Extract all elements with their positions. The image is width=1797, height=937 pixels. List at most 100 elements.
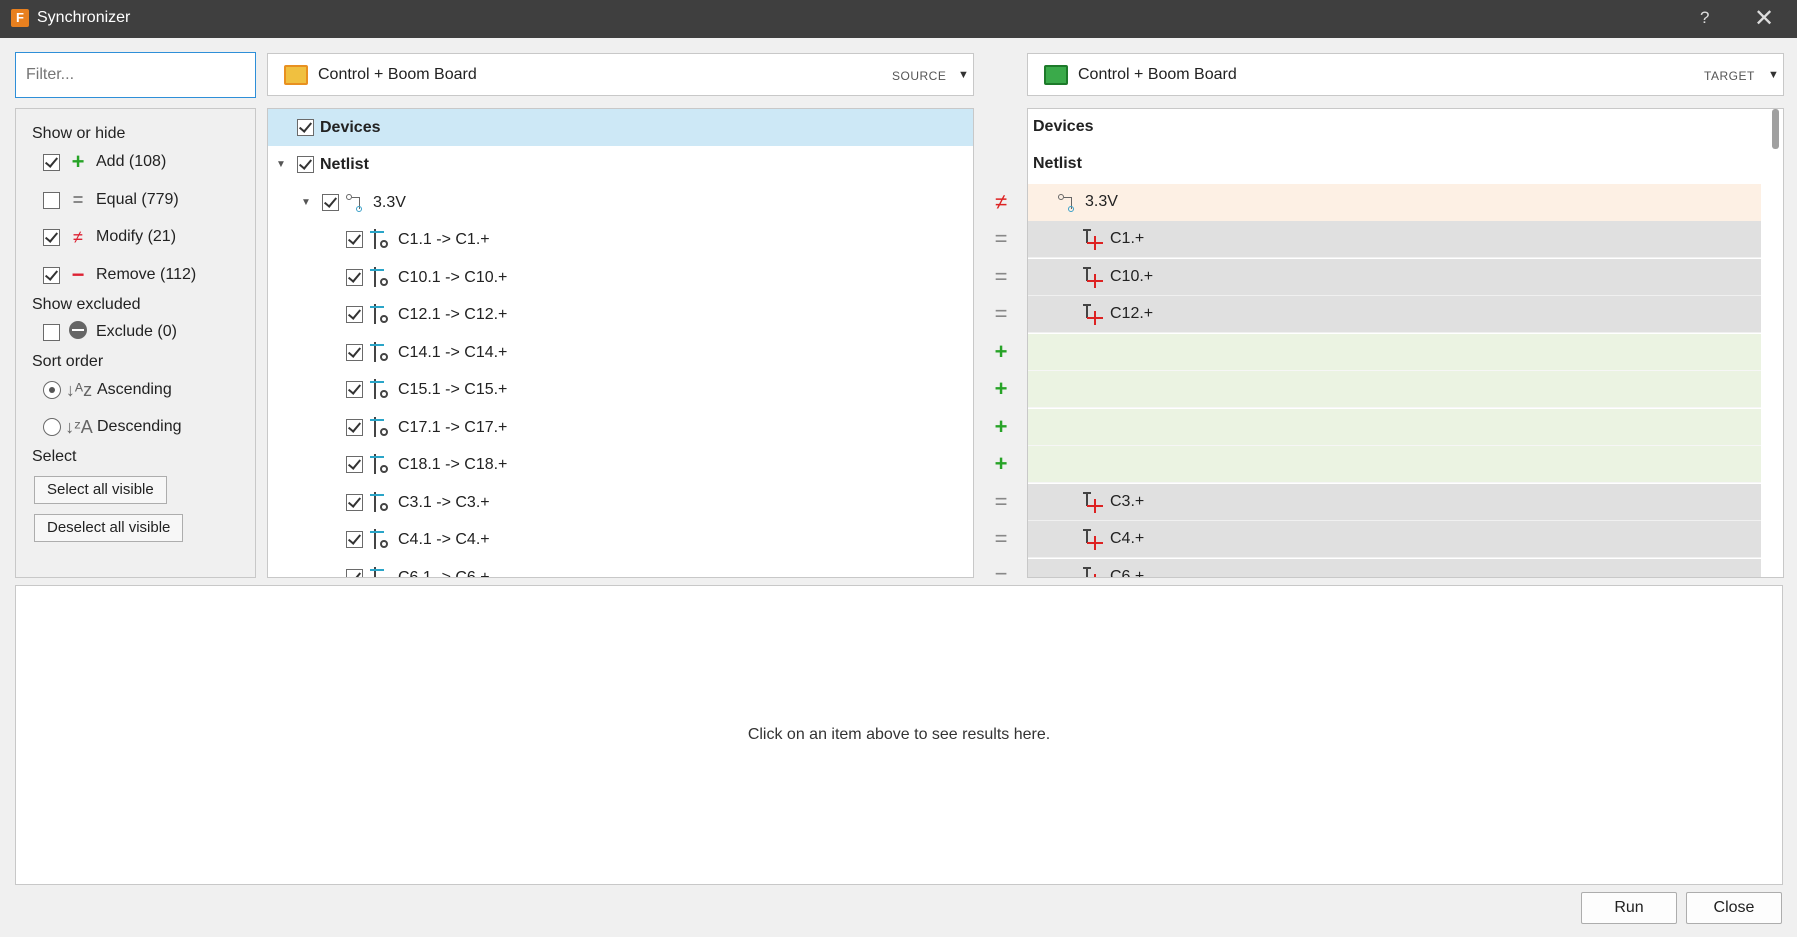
pin-remove-icon [1083, 304, 1103, 326]
target-row-empty[interactable] [1028, 446, 1761, 483]
exclude-filter-option[interactable]: Exclude (0) [43, 320, 177, 344]
target-row-netlist[interactable]: Netlist [1028, 146, 1761, 183]
net-icon [346, 192, 366, 212]
target-row-item[interactable]: C6.+ [1028, 559, 1761, 577]
target-row-item[interactable]: C10.+ [1028, 259, 1761, 296]
ascending-label: Ascending [97, 381, 172, 398]
equal-checkbox[interactable] [43, 191, 60, 209]
tree-row-item[interactable]: C18.1 -> C18.+ [268, 446, 973, 483]
descending-radio[interactable] [43, 418, 61, 436]
close-button[interactable]: Close [1686, 892, 1782, 924]
target-row-empty[interactable] [1028, 334, 1761, 371]
descending-option[interactable]: ↓ᶻA Descending [43, 415, 182, 439]
devices-checkbox[interactable] [297, 119, 314, 136]
remove-label: Remove (112) [96, 266, 197, 283]
target-row-devices[interactable]: Devices [1028, 109, 1761, 146]
scrollbar[interactable] [1767, 109, 1783, 577]
item-checkbox[interactable] [346, 494, 363, 511]
filter-input[interactable] [15, 52, 256, 98]
help-icon[interactable]: ? [1700, 8, 1709, 28]
net-checkbox[interactable] [322, 194, 339, 211]
item-checkbox[interactable] [346, 456, 363, 473]
pin-remove-icon [1083, 229, 1103, 251]
board-icon [284, 64, 308, 85]
netlist-checkbox[interactable] [297, 156, 314, 173]
item-label: C3.1 -> C3.+ [398, 493, 490, 511]
target-role-label: TARGET [1704, 69, 1755, 83]
item-checkbox[interactable] [346, 344, 363, 361]
pin-remove-icon [1083, 529, 1103, 551]
exclude-checkbox[interactable] [43, 323, 60, 341]
target-row-item[interactable]: C4.+ [1028, 521, 1761, 558]
add-filter-option[interactable]: + Add (108) [43, 149, 166, 174]
tree-row-item[interactable]: C3.1 -> C3.+ [268, 484, 973, 521]
chevron-down-icon[interactable]: ▼ [1768, 69, 1779, 81]
modify-checkbox[interactable] [43, 228, 60, 246]
scrollbar-thumb[interactable] [1772, 109, 1779, 149]
select-title: Select [32, 448, 77, 465]
modify-filter-option[interactable]: ≠ Modify (21) [43, 225, 176, 249]
tree-row-item[interactable]: C14.1 -> C14.+ [268, 334, 973, 371]
target-row-item[interactable]: C3.+ [1028, 484, 1761, 521]
results-message: Click on an item above to see results he… [747, 726, 1051, 743]
equal-status-icon: = [994, 226, 1008, 251]
pin-connection-icon [370, 567, 388, 577]
tree-row-item[interactable]: C17.1 -> C17.+ [268, 409, 973, 446]
equal-status-icon: = [994, 264, 1008, 289]
target-row-empty[interactable] [1028, 409, 1761, 446]
remove-checkbox[interactable] [43, 266, 60, 284]
item-checkbox[interactable] [346, 269, 363, 286]
target-item-label: C1.+ [1110, 230, 1145, 247]
target-devices-label: Devices [1033, 118, 1094, 135]
expand-arrow-icon[interactable]: ▼ [301, 197, 311, 208]
item-checkbox[interactable] [346, 569, 363, 577]
expand-arrow-icon[interactable]: ▼ [276, 159, 286, 170]
add-icon: + [71, 149, 85, 174]
equal-status-icon: = [994, 526, 1008, 551]
pin-connection-icon [370, 379, 388, 401]
select-all-visible-button[interactable]: Select all visible [34, 476, 167, 504]
ascending-option[interactable]: ↓ᴬz Ascending [43, 378, 172, 402]
item-checkbox[interactable] [346, 231, 363, 248]
target-board-select[interactable]: Control + Boom Board TARGET ▼ [1027, 53, 1784, 96]
target-row-item[interactable]: C12.+ [1028, 296, 1761, 333]
target-board-name: Control + Boom Board [1078, 65, 1237, 83]
options-panel: Show or hide + Add (108) = Equal (779) ≠… [15, 108, 256, 578]
tree-row-item[interactable]: C15.1 -> C15.+ [268, 371, 973, 408]
equal-filter-option[interactable]: = Equal (779) [43, 188, 179, 212]
target-row-item[interactable]: C1.+ [1028, 221, 1761, 258]
sort-descending-icon: ↓ᶻA [65, 416, 93, 437]
equal-status-icon: = [994, 564, 1008, 578]
target-row-empty[interactable] [1028, 371, 1761, 408]
tree-row-net[interactable]: ▼ 3.3V [268, 184, 973, 221]
item-checkbox[interactable] [346, 306, 363, 323]
item-label: C4.1 -> C4.+ [398, 530, 490, 548]
tree-row-item[interactable]: C4.1 -> C4.+ [268, 521, 973, 558]
tree-row-netlist[interactable]: ▼ Netlist [268, 146, 973, 183]
sort-ascending-icon: ↓ᴬz [65, 379, 93, 400]
tree-row-item[interactable]: C6.1 -> C6.+ [268, 559, 973, 577]
add-status-icon: + [994, 414, 1008, 439]
ascending-radio[interactable] [43, 381, 61, 399]
item-checkbox[interactable] [346, 419, 363, 436]
deselect-all-visible-button[interactable]: Deselect all visible [34, 514, 184, 542]
chevron-down-icon[interactable]: ▼ [958, 69, 969, 81]
results-panel: Click on an item above to see results he… [15, 585, 1783, 885]
tree-row-item[interactable]: C12.1 -> C12.+ [268, 296, 973, 333]
tree-row-item[interactable]: C10.1 -> C10.+ [268, 259, 973, 296]
equal-status-icon: = [994, 489, 1008, 514]
pin-connection-icon [370, 492, 388, 514]
run-button[interactable]: Run [1581, 892, 1677, 924]
target-item-label: C10.+ [1110, 268, 1154, 285]
tree-row-devices[interactable]: Devices [268, 109, 973, 146]
net-label: 3.3V [373, 193, 406, 211]
add-checkbox[interactable] [43, 153, 60, 171]
close-window-icon[interactable]: ✕ [1754, 4, 1774, 33]
tree-row-item[interactable]: C1.1 -> C1.+ [268, 221, 973, 258]
equal-icon: = [72, 189, 84, 210]
item-checkbox[interactable] [346, 531, 363, 548]
source-board-select[interactable]: Control + Boom Board SOURCE ▼ [267, 53, 974, 96]
remove-filter-option[interactable]: − Remove (112) [43, 262, 197, 287]
target-row-net[interactable]: 3.3V [1028, 184, 1761, 221]
item-checkbox[interactable] [346, 381, 363, 398]
